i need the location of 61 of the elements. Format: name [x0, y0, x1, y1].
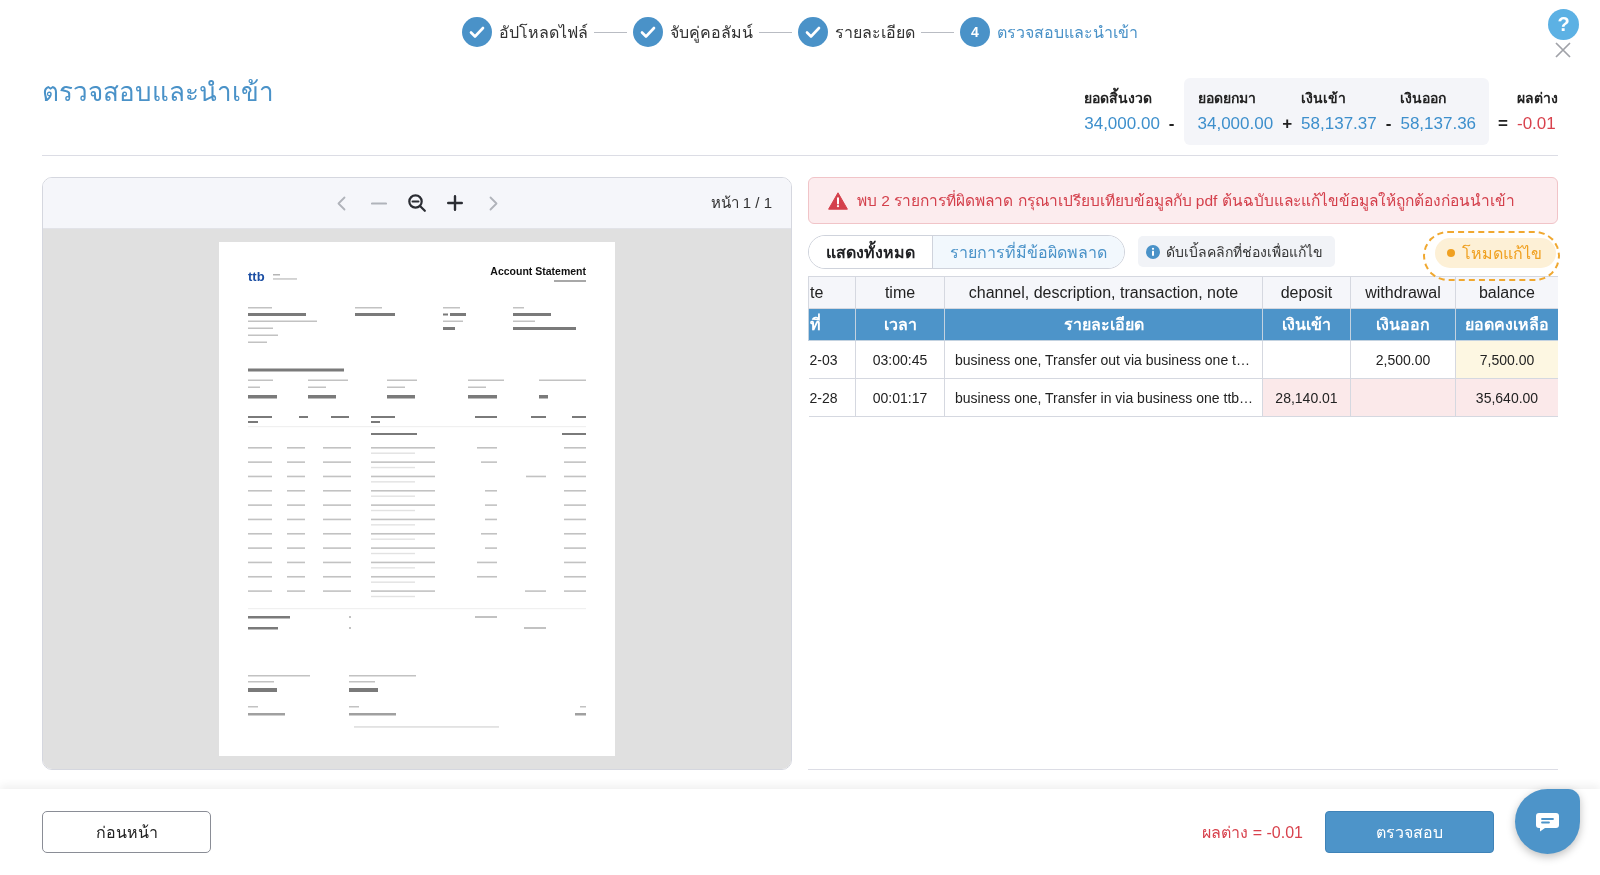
summary-label: ยอดยกมา	[1197, 89, 1256, 107]
table-cell[interactable]: 2,500.00	[1350, 340, 1456, 379]
column-header: ยอดคงเหลือ	[1455, 308, 1558, 341]
subtitle-line	[554, 280, 586, 282]
zoom-out-icon[interactable]	[408, 194, 426, 212]
summary-label: ผลต่าง	[1517, 89, 1558, 107]
info-icon	[1146, 244, 1160, 259]
table-cell[interactable]: business one, Transfer in via business one ttb…	[944, 378, 1263, 417]
hint-text: ดับเบิ้ลคลิกที่ช่องเพื่อแก้ไข	[1166, 241, 1323, 262]
column-header: เงินเข้า	[1262, 308, 1351, 341]
table-cell[interactable]	[1350, 378, 1456, 417]
table-cell[interactable]: 2-03	[808, 340, 856, 379]
back-button[interactable]: ก่อนหน้า	[42, 811, 211, 853]
summary-value: 34,000.00	[1197, 113, 1274, 135]
chat-button[interactable]	[1515, 789, 1580, 854]
column-header: เงินออก	[1350, 308, 1456, 341]
step-label: ตรวจสอบและนำเข้า	[997, 22, 1138, 43]
step-label: จับคู่คอลัมน์	[670, 22, 753, 45]
chat-icon	[1535, 811, 1560, 832]
summary-value: 58,137.37	[1301, 113, 1377, 135]
column-header: time	[855, 276, 945, 309]
tagline-lines	[272, 274, 297, 280]
warning-icon	[828, 191, 848, 210]
summary-label: เงินออก	[1400, 89, 1447, 107]
step-number: 4	[960, 17, 990, 47]
table-cell[interactable]: 00:01:17	[855, 378, 945, 417]
operator-sign: -	[1168, 113, 1175, 135]
column-header: deposit	[1262, 276, 1351, 309]
bank-logo: ttb	[248, 271, 265, 283]
column-header: รายละเอียด	[944, 308, 1263, 341]
table-cell[interactable]: 28,140.01	[1262, 378, 1351, 417]
step-label: อัปโหลดไฟล์	[499, 22, 588, 43]
operator-sign: =	[1498, 113, 1508, 135]
table-cell[interactable]: 2-28	[808, 378, 856, 417]
alert-text: พบ 2 รายการที่ผิดพลาด กรุณาเปรียบเทียบข้อมูลกับ pdf ต้นฉบับและแก้ไขข้อมูลให้ถูกต้องก่อนนำเข้า	[857, 189, 1515, 213]
column-header: ที่	[808, 308, 856, 341]
difference-text: ผลต่าง = -0.01	[1202, 822, 1303, 843]
table-cell[interactable]: 35,640.00	[1455, 378, 1558, 417]
document-title: Account Statement	[490, 265, 586, 277]
column-header: withdrawal	[1350, 276, 1456, 309]
table-cell[interactable]: business one, Transfer out via business one t…	[944, 340, 1263, 379]
page-title: ตรวจสอบและนำเข้า	[42, 78, 274, 106]
operator-sign: +	[1282, 113, 1293, 135]
summary-label: ยอดสิ้นงวด	[1084, 89, 1153, 107]
operator-sign: -	[1385, 113, 1392, 135]
column-header: te	[808, 276, 856, 309]
summary-value: -0.01	[1517, 113, 1556, 135]
step-label: รายละเอียด	[835, 22, 915, 43]
table-cell[interactable]: 7,500.00	[1455, 340, 1558, 379]
close-icon[interactable]	[1555, 42, 1571, 58]
column-header: เวลา	[855, 308, 945, 341]
status-dot-icon	[1447, 249, 1455, 257]
page-indicator: หน้า 1 / 1	[710, 193, 772, 213]
summary-value: 58,137.36	[1400, 113, 1477, 135]
plus-icon[interactable]	[447, 195, 463, 211]
column-header: balance	[1455, 276, 1558, 309]
table-cell[interactable]: 03:00:45	[855, 340, 945, 379]
column-header: channel, description, transaction, note	[944, 276, 1263, 309]
table-cell[interactable]	[1262, 340, 1351, 379]
summary-value: 34,000.00	[1084, 113, 1160, 135]
summary-label: เงินเข้า	[1301, 89, 1347, 107]
